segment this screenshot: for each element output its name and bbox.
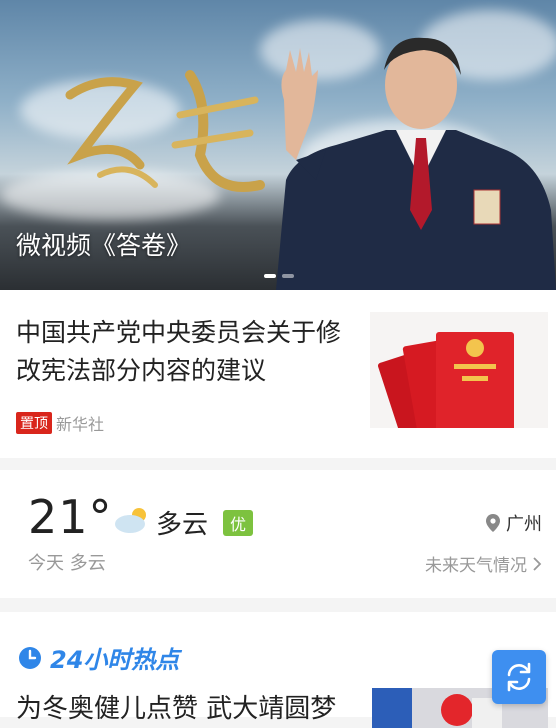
hot-header: 24小时热点 xyxy=(18,640,179,675)
partly-cloudy-icon xyxy=(115,508,146,533)
news-title[interactable]: 中国共产党中央委员会关于修改宪法部分内容的建议 xyxy=(16,314,346,390)
hot-section: 24小时热点 为冬奥健儿点赞 武大靖圆梦 xyxy=(0,612,556,728)
chevron-right-icon xyxy=(533,556,542,571)
pinned-news-card[interactable]: 中国共产党中央委员会关于修改宪法部分内容的建议 置顶 新华社 xyxy=(0,290,556,458)
news-thumbnail[interactable] xyxy=(370,312,548,428)
clock-icon xyxy=(19,646,41,669)
refresh-icon xyxy=(507,662,531,692)
pinned-badge: 置顶 xyxy=(16,412,52,434)
carousel-dot[interactable] xyxy=(282,274,294,278)
news-source: 新华社 xyxy=(56,415,105,434)
temperature: 21° xyxy=(28,490,113,544)
hero-banner[interactable]: 微视频《答卷》 xyxy=(0,0,556,290)
person-image xyxy=(276,37,556,290)
location-label: 广州 xyxy=(506,514,542,535)
weather-card[interactable]: 21° 多云 优 今天 多云 广州 未来天气情况 xyxy=(0,470,556,598)
weather-condition: 多云 xyxy=(156,510,209,540)
constitution-book-image xyxy=(377,332,514,428)
aqi-badge: 优 xyxy=(223,510,254,536)
location-pin-icon xyxy=(486,514,500,532)
hero-caption: 微视频《答卷》 xyxy=(16,231,192,260)
carousel-indicator[interactable] xyxy=(264,274,294,278)
refresh-button[interactable] xyxy=(492,650,546,704)
today-weather: 今天 多云 xyxy=(28,553,106,574)
forecast-label: 未来天气情况 xyxy=(425,556,527,576)
carousel-dot[interactable] xyxy=(264,274,276,278)
hot-title: 24小时热点 xyxy=(50,646,180,674)
location[interactable]: 广州 xyxy=(486,510,542,536)
forecast-link[interactable]: 未来天气情况 xyxy=(425,551,542,576)
hot-item-title[interactable]: 为冬奥健儿点赞 武大靖圆梦 xyxy=(16,688,336,725)
